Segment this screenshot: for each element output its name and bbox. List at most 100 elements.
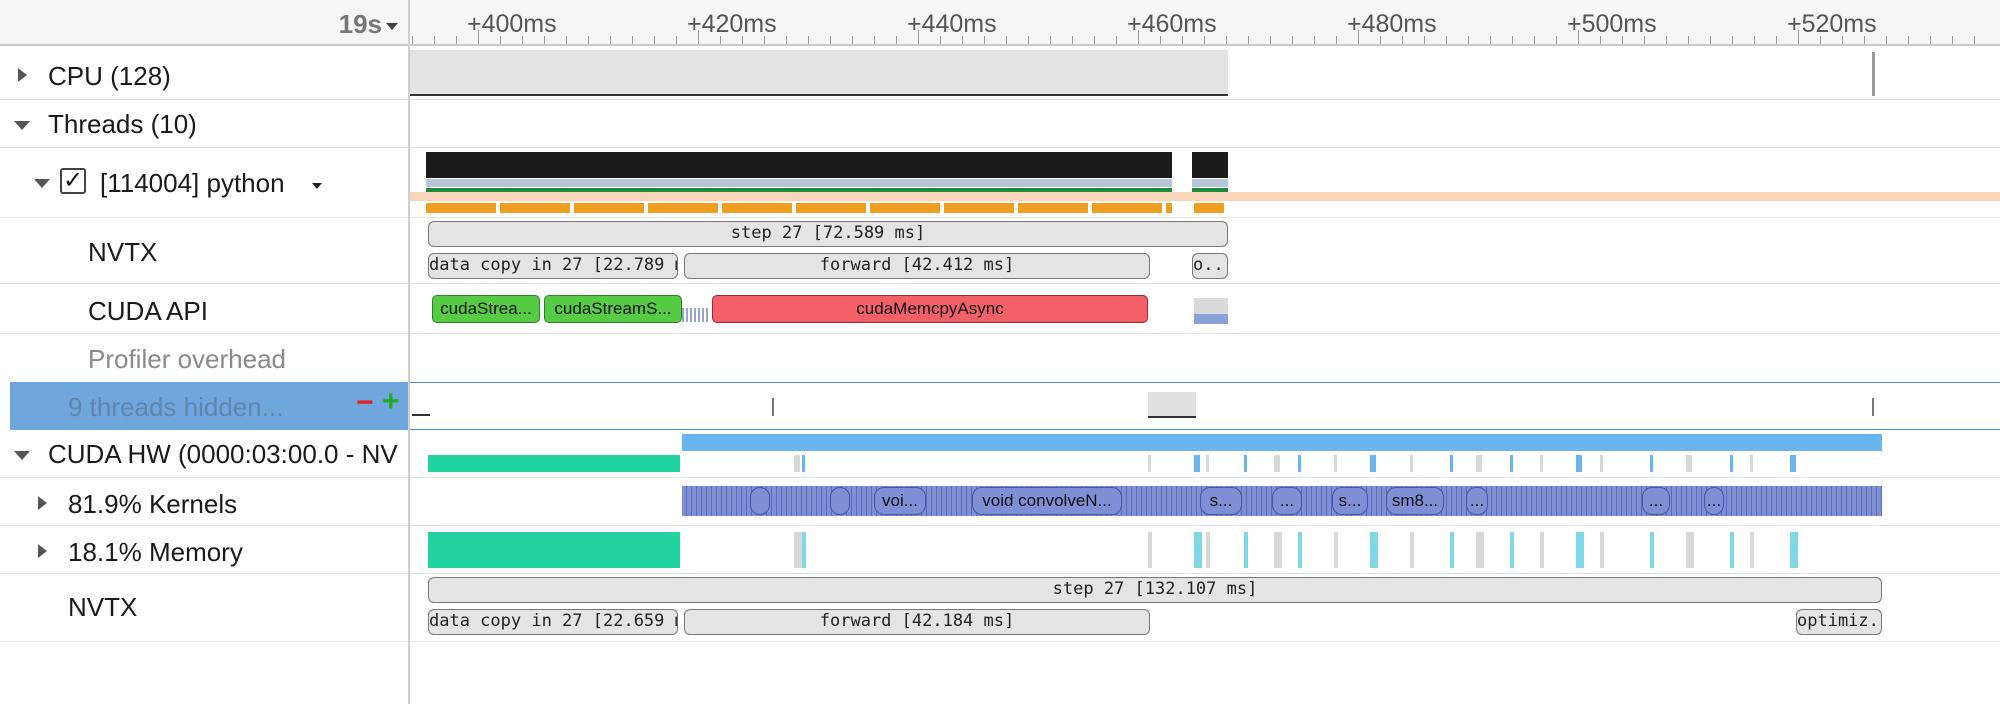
collapse-icon[interactable] — [14, 451, 30, 460]
hidden-thread-activity — [1148, 392, 1196, 418]
row-cuda-hw[interactable]: CUDA HW (0000:03:00.0 - NV — [0, 432, 408, 476]
ruler-tick — [522, 36, 523, 44]
plus-icon[interactable]: + — [382, 385, 400, 419]
ruler-tick — [874, 36, 875, 44]
ruler-tick — [456, 36, 457, 44]
collapse-icon[interactable] — [14, 121, 30, 130]
nvtx-range-data-copy[interactable]: data copy in 27 [22.789 ms] — [428, 253, 678, 279]
hw-nvtx-range-data-copy[interactable]: data copy in 27 [22.659 ms] — [428, 609, 678, 635]
kernel-block[interactable]: voi... — [874, 487, 926, 515]
tick-label: +440ms — [907, 10, 997, 38]
nvtx-range-forward[interactable]: forward [42.412 ms] — [684, 253, 1150, 279]
chevron-down-icon[interactable] — [386, 23, 398, 30]
ruler-tick — [1116, 36, 1117, 44]
expand-icon[interactable] — [18, 68, 27, 82]
ruler-tick — [544, 36, 545, 44]
kernel-block[interactable]: s... — [1332, 487, 1368, 515]
cuda-api-call[interactable]: cudaStreamS... — [544, 295, 682, 323]
row-thread-python[interactable]: ✓ [114004] python — [0, 150, 408, 216]
ruler-tick — [918, 30, 919, 44]
ruler-tick — [742, 36, 743, 44]
cuda-api-call-memcpy[interactable]: cudaMemcpyAsync — [712, 295, 1148, 323]
kernel-block[interactable]: ... — [1642, 487, 1670, 515]
memory-transfer-mark — [802, 532, 806, 568]
hw-nvtx-range-forward[interactable]: forward [42.184 ms] — [684, 609, 1150, 635]
ruler-tick — [1424, 36, 1425, 44]
memory-transfer-mark — [1194, 532, 1202, 568]
tick-label: +420ms — [687, 10, 777, 38]
kernel-block[interactable] — [830, 487, 850, 515]
expand-icon[interactable] — [38, 496, 47, 510]
timeline-pane[interactable]: +400ms +420ms +440ms +460ms +480ms +500m… — [410, 0, 2000, 704]
hw-activity-mark — [802, 455, 805, 472]
ruler-tick — [1710, 36, 1711, 44]
hw-activity-mark — [1194, 455, 1200, 472]
row-label-thread: [114004] python — [100, 168, 285, 198]
memory-transfer-block[interactable] — [428, 532, 680, 568]
ruler-tick — [720, 36, 721, 44]
memory-transfer-mark — [1510, 532, 1514, 568]
kernel-block[interactable]: s... — [1200, 487, 1242, 515]
thread-activity-bar[interactable] — [426, 152, 1172, 178]
time-selector[interactable]: 19s — [339, 9, 382, 40]
dropdown-icon[interactable] — [312, 183, 322, 189]
ruler-tick — [808, 36, 809, 44]
ruler-tick — [984, 36, 985, 44]
kernel-block[interactable]: ... — [1704, 487, 1724, 515]
hw-activity-mark — [1206, 455, 1209, 472]
thread-lifetime-bar — [410, 192, 2000, 201]
row-nvtx[interactable]: NVTX — [0, 220, 408, 282]
memory-transfer-mark — [1334, 532, 1338, 568]
kernel-block[interactable]: sm8... — [1386, 487, 1444, 515]
memory-transfer-mark — [1576, 532, 1584, 568]
ruler-tick — [1028, 36, 1029, 44]
ruler-tick — [940, 36, 941, 44]
row-kernels[interactable]: 81.9% Kernels — [0, 480, 408, 526]
row-hw-nvtx[interactable]: NVTX — [0, 576, 408, 640]
kernel-block[interactable]: ... — [1272, 487, 1302, 515]
minus-icon[interactable]: − — [356, 386, 374, 420]
hw-activity-mark — [1686, 455, 1692, 472]
memory-transfer-mark — [1650, 532, 1654, 568]
hw-activity-mark — [1334, 455, 1337, 472]
row-threads[interactable]: Threads (10) — [0, 102, 408, 146]
kernel-block[interactable]: void convolveN... — [972, 487, 1122, 515]
hw-nvtx-range-step[interactable]: step 27 [132.107 ms] — [428, 577, 1882, 603]
ruler-tick — [1490, 36, 1491, 44]
collapse-icon[interactable] — [34, 179, 50, 188]
cpu-usage-mark — [1872, 52, 1875, 96]
kernel-block[interactable] — [750, 487, 770, 515]
hw-kernel-summary — [682, 434, 1882, 451]
cuda-api-call[interactable]: cudaStrea... — [432, 295, 540, 323]
nvtx-range-step[interactable]: step 27 [72.589 ms] — [428, 221, 1228, 247]
expand-icon[interactable] — [38, 544, 47, 558]
hidden-thread-activity — [772, 398, 774, 416]
kernel-block[interactable]: ... — [1466, 487, 1488, 515]
row-memory[interactable]: 18.1% Memory — [0, 528, 408, 574]
hw-activity-mark — [1750, 455, 1753, 472]
row-profiler-overhead[interactable]: Profiler overhead — [0, 336, 408, 380]
cpu-usage-bar[interactable] — [410, 50, 1228, 96]
thread-samples-bar — [426, 203, 1172, 213]
thread-activity-bar[interactable] — [1192, 152, 1228, 178]
memory-transfer-mark — [1244, 532, 1248, 568]
time-ruler[interactable]: +400ms +420ms +440ms +460ms +480ms +500m… — [410, 0, 2000, 46]
ruler-tick — [1512, 36, 1513, 44]
ruler-tick — [1886, 36, 1887, 44]
hw-nvtx-range-optimize[interactable]: optimiz... — [1796, 609, 1882, 635]
row-cpu[interactable]: CPU (128) — [0, 52, 408, 98]
row-label-profiler-overhead: Profiler overhead — [88, 344, 286, 374]
hidden-threads-track[interactable] — [410, 382, 2000, 430]
ruler-tick — [1446, 36, 1447, 44]
memory-transfer-mark — [1750, 532, 1754, 568]
memory-transfer-mark — [1148, 532, 1152, 568]
ruler-tick — [1336, 36, 1337, 44]
row-cuda-api[interactable]: CUDA API — [0, 286, 408, 332]
thread-checkbox[interactable]: ✓ — [60, 168, 86, 194]
row-label-hw-nvtx: NVTX — [68, 592, 138, 622]
ruler-tick — [1380, 36, 1381, 44]
row-label-memory: 18.1% Memory — [68, 537, 243, 567]
nvtx-range-small[interactable]: o... — [1192, 253, 1228, 279]
row-hidden-threads[interactable]: 9 threads hidden... − + — [10, 382, 408, 430]
ruler-tick — [962, 36, 963, 44]
